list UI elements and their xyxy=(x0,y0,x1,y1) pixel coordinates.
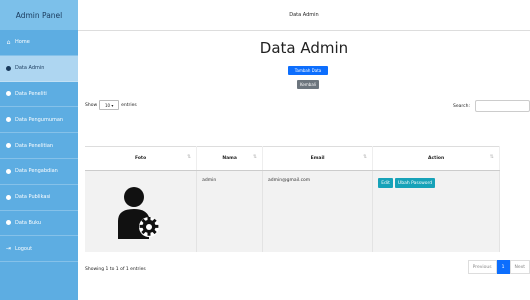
pagination: Previous 1 Next xyxy=(467,260,530,274)
sidebar-item-data-publikasi[interactable]: Data Publikasi xyxy=(0,185,78,211)
sidebar-item-label: Logout xyxy=(15,245,33,252)
action-cell: Edit Ubah Password xyxy=(372,170,500,252)
sidebar-item-data-peneliti[interactable]: Data Peneliti xyxy=(0,82,78,108)
search-area: Search: xyxy=(453,100,530,112)
back-button[interactable]: Kembali xyxy=(297,80,319,89)
entries-select[interactable]: 10 ▾ xyxy=(99,100,120,110)
circle-icon xyxy=(5,168,12,175)
header-title: Data Admin xyxy=(289,12,319,18)
sidebar-item-label: Data Buku xyxy=(15,219,42,226)
search-label: Search: xyxy=(453,103,470,109)
sidebar-item-label: Data Admin xyxy=(15,65,45,72)
sort-icon: ⇅ xyxy=(489,154,494,160)
add-data-button[interactable]: Tambah Data xyxy=(288,66,328,75)
admin-user-gear-icon xyxy=(117,186,159,239)
circle-icon xyxy=(5,142,12,149)
circle-icon xyxy=(5,194,12,201)
main-content: Data Admin Tambah Data Kembali Show 10 ▾… xyxy=(78,30,530,300)
sidebar-item-label: Data Publikasi xyxy=(15,194,51,201)
brand-title: Admin Panel xyxy=(0,0,78,30)
top-bar: Data Admin xyxy=(78,0,530,31)
entries-label: entries xyxy=(121,102,137,108)
show-label: Show xyxy=(85,102,98,108)
circle-icon xyxy=(5,90,12,97)
edit-button[interactable]: Edit xyxy=(378,178,393,188)
photo-cell xyxy=(85,170,198,252)
sidebar-item-data-penelitian[interactable]: Data Penelitian xyxy=(0,133,78,159)
email-cell: admin@gmail.com xyxy=(262,170,374,252)
change-password-button[interactable]: Ubah Password xyxy=(394,178,436,188)
sort-icon: ⇅ xyxy=(363,154,368,160)
sidebar-item-home[interactable]: ⌂ Home xyxy=(0,30,78,56)
circle-icon xyxy=(5,65,12,72)
page-title: Data Admin xyxy=(259,39,349,57)
sidebar-item-data-admin[interactable]: Data Admin xyxy=(0,55,78,82)
table-row: admin admin@gmail.com Edit Ubah Password xyxy=(85,170,500,252)
sidebar-item-data-pengumuman[interactable]: Data Pengumuman xyxy=(0,107,78,134)
sidebar-item-logout[interactable]: ⇥ Logout xyxy=(0,236,78,263)
search-input[interactable] xyxy=(475,100,530,112)
column-header-nama[interactable]: Nama ⇅ xyxy=(196,146,264,171)
sidebar: Admin Panel ⌂ Home Data Admin Data Penel… xyxy=(0,0,78,300)
sidebar-item-label: Data Peneliti xyxy=(15,90,47,97)
table-header-row: Foto ⇅ Nama ⇅ Email ⇅ Action ⇅ xyxy=(85,146,500,171)
table-info: Showing 1 to 1 of 1 entries xyxy=(85,267,146,272)
sidebar-item-label: Data Pengabdian xyxy=(15,168,58,175)
home-icon: ⌂ xyxy=(6,38,11,46)
sidebar-item-data-pengabdian[interactable]: Data Pengabdian xyxy=(0,159,78,185)
logout-icon: ⇥ xyxy=(5,245,12,253)
sidebar-item-label: Data Pengumuman xyxy=(15,116,64,123)
column-header-action[interactable]: Action ⇅ xyxy=(372,146,500,171)
page-1-button[interactable]: 1 xyxy=(496,260,510,274)
data-table: Foto ⇅ Nama ⇅ Email ⇅ Action ⇅ admin adm… xyxy=(85,146,500,252)
sidebar-item-label: Data Penelitian xyxy=(15,142,54,149)
chevron-down-icon: ▾ xyxy=(111,102,114,108)
circle-icon xyxy=(5,219,12,226)
sort-icon: ⇅ xyxy=(186,154,192,160)
entries-select-value: 10 xyxy=(104,102,111,108)
sidebar-item-label: Home xyxy=(15,39,30,46)
sort-icon: ⇅ xyxy=(252,154,258,160)
previous-button[interactable]: Previous xyxy=(467,260,497,274)
next-button[interactable]: Next xyxy=(509,260,530,274)
show-entries: Show 10 ▾ entries xyxy=(85,100,137,110)
circle-icon xyxy=(5,116,12,123)
nama-cell: admin xyxy=(196,170,264,252)
sidebar-menu: ⌂ Home Data Admin Data Peneliti Data Pen… xyxy=(0,30,78,263)
sidebar-item-data-buku[interactable]: Data Buku xyxy=(0,211,78,237)
column-header-email[interactable]: Email ⇅ xyxy=(262,146,374,171)
column-header-foto[interactable]: Foto ⇅ xyxy=(85,146,198,171)
